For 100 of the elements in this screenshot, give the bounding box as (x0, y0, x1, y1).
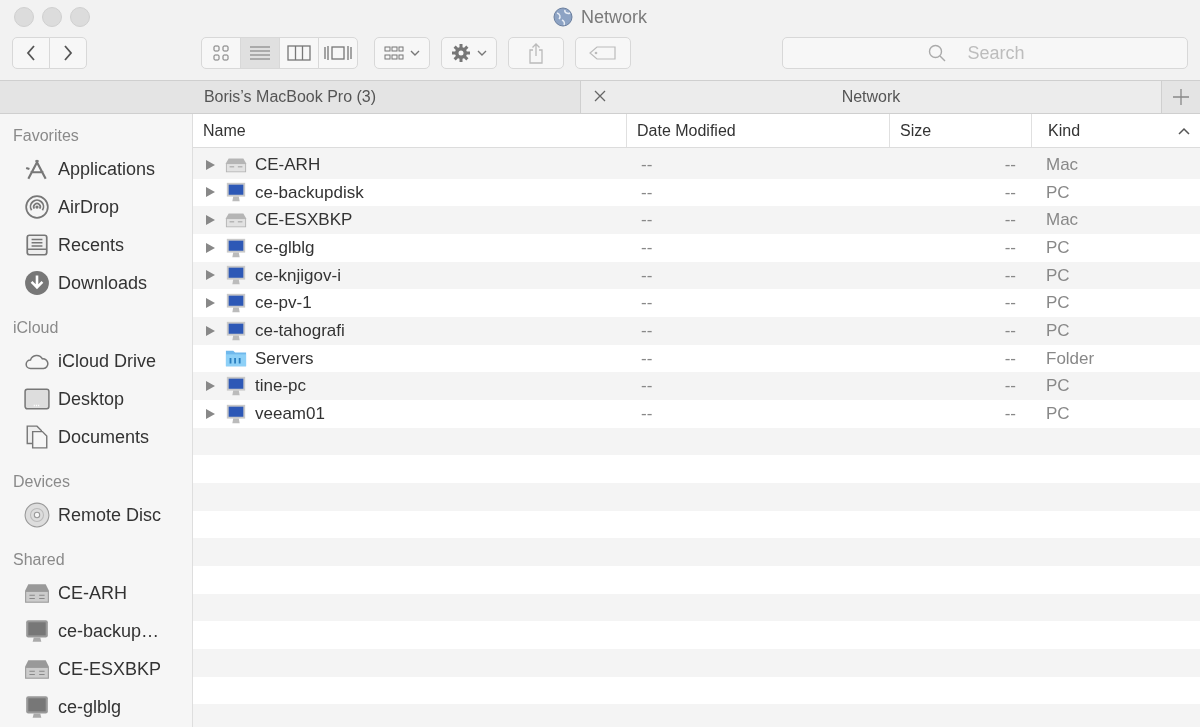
file-name[interactable]: ce-knjigov-i (255, 262, 341, 289)
sidebar-item[interactable]: CE-ESXBKP (0, 650, 192, 688)
tab[interactable]: Network (581, 81, 1162, 113)
disclosure-triangle-icon[interactable] (205, 158, 215, 171)
share-icon (528, 42, 544, 64)
grid-icon (384, 45, 404, 61)
monitor-icon (24, 694, 50, 720)
file-name[interactable]: tine-pc (255, 373, 307, 399)
sidebar-item[interactable]: AirDrop (0, 188, 192, 226)
sidebar-item[interactable]: Downloads (0, 264, 192, 302)
size-text: -- (1004, 182, 1016, 202)
kind-text: PC (1046, 404, 1070, 423)
file-name[interactable]: CE-ESXBKP (255, 207, 353, 233)
chevron-icon (410, 50, 420, 56)
list-icon (249, 44, 271, 62)
sidebar-item[interactable]: Remote Disc (0, 496, 192, 534)
sidebar-item[interactable]: iCloud Drive (0, 342, 192, 380)
sidebar-item[interactable]: ce-backup… (0, 612, 192, 650)
view-button[interactable] (201, 37, 241, 69)
close-icon (593, 89, 607, 103)
file-name[interactable]: CE-ARH (255, 152, 321, 178)
forward-button[interactable] (49, 37, 87, 69)
disclosure-triangle-icon[interactable] (205, 324, 215, 337)
disclosure-triangle-icon[interactable] (205, 186, 215, 199)
documents-icon (24, 424, 50, 450)
kind-text: Mac (1046, 210, 1079, 230)
date-text: -- (641, 404, 653, 423)
monitor-icon (225, 181, 247, 204)
settings-icon (451, 43, 471, 63)
date-text: -- (641, 348, 653, 368)
size-text: -- (1004, 321, 1016, 340)
date-text: -- (641, 238, 653, 258)
view-button[interactable] (279, 37, 319, 69)
disclosure-triangle-icon[interactable] (205, 214, 215, 227)
sidebar-heading: Devices (12, 472, 71, 492)
sidebar-heading: iCloud (12, 318, 60, 338)
cover-flow-icon (324, 44, 352, 62)
back-icon (26, 44, 36, 62)
date-text: -- (641, 265, 653, 285)
sidebar-item[interactable]: ce-glblg (0, 688, 192, 726)
kind-text: Mac (1046, 155, 1079, 175)
sidebar-heading: Shared (12, 550, 66, 570)
file-name[interactable]: ce-glblg (255, 235, 315, 261)
sidebar-item[interactable]: CE-ARH (0, 574, 192, 612)
column-header[interactable]: Date Modified (627, 114, 890, 147)
download-icon (24, 270, 50, 296)
column-header[interactable]: Name (193, 114, 627, 147)
disclosure-triangle-icon[interactable] (205, 297, 215, 310)
tray-icon (24, 232, 50, 258)
kind-text: PC (1046, 265, 1070, 285)
disclosure-triangle-icon[interactable] (205, 241, 215, 254)
date-text: -- (641, 210, 653, 230)
disc-icon (24, 502, 50, 528)
file-name[interactable]: Servers (255, 345, 314, 372)
globe-icon (553, 7, 573, 27)
kind-text: PC (1046, 238, 1070, 258)
monitor-icon (225, 236, 247, 259)
kind-text: PC (1046, 293, 1070, 313)
view-button[interactable] (318, 37, 358, 69)
file-name[interactable]: ce-tahografi (255, 318, 345, 344)
kind-text: Folder (1046, 348, 1095, 368)
view-button[interactable] (240, 37, 280, 69)
sidebar-item[interactable]: Applications (0, 150, 192, 188)
date-text: -- (641, 155, 653, 175)
disclosure-triangle-icon[interactable] (205, 269, 215, 282)
file-name[interactable]: ce-backupdisk (255, 179, 364, 206)
group-button[interactable] (374, 37, 430, 69)
column-header[interactable]: Size (890, 114, 1032, 147)
size-text: -- (1004, 210, 1016, 230)
grid-icon (212, 44, 230, 62)
size-text: -- (1004, 404, 1016, 423)
search-field[interactable]: Search (782, 37, 1188, 69)
monitor-icon (225, 292, 247, 315)
file-name[interactable]: ce-pv-1 (255, 290, 312, 316)
date-text: -- (641, 321, 653, 340)
settings-button[interactable] (441, 37, 497, 69)
columns-icon (287, 44, 311, 62)
size-text: -- (1004, 348, 1016, 368)
window-title: Network (581, 5, 647, 29)
sidebar-item[interactable]: Documents (0, 418, 192, 456)
disclosure-triangle-icon[interactable] (205, 407, 215, 420)
monitor-icon (225, 375, 247, 398)
column-header[interactable]: Kind (1032, 114, 1200, 147)
date-text: -- (641, 293, 653, 313)
size-text: -- (1004, 155, 1016, 175)
back-button[interactable] (12, 37, 50, 69)
size-text: -- (1004, 376, 1016, 396)
kind-text: PC (1046, 182, 1070, 202)
date-text: -- (641, 182, 653, 202)
chevron-icon (477, 50, 487, 56)
disclosure-triangle-icon[interactable] (205, 380, 215, 393)
size-text: -- (1004, 293, 1016, 313)
sidebar-item[interactable]: Recents (0, 226, 192, 264)
tag-icon (589, 46, 617, 60)
desktop-icon (24, 386, 50, 412)
file-name[interactable]: veeam01 (255, 401, 325, 427)
sidebar-item[interactable]: Desktop (0, 380, 192, 418)
kind-text: PC (1046, 376, 1070, 396)
monitor-icon (225, 402, 247, 425)
monitor-icon (225, 319, 247, 342)
